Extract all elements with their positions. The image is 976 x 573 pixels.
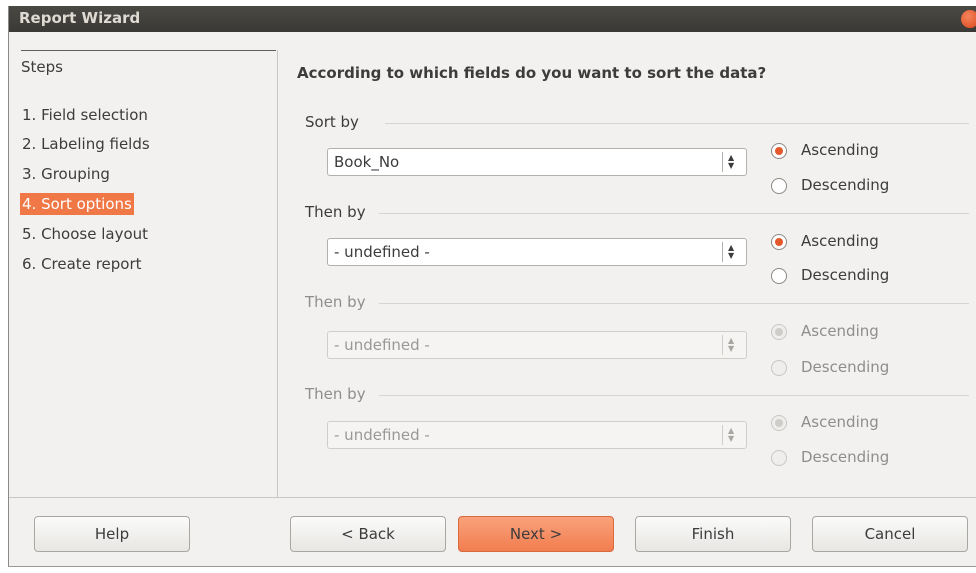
sort2-descending-radio[interactable]	[771, 268, 787, 284]
sort1-ascending-radio[interactable]	[771, 143, 787, 159]
finish-button[interactable]: Finish	[635, 516, 791, 552]
step-grouping[interactable]: 3. Grouping	[20, 163, 112, 185]
sort3-descending-radio	[771, 360, 787, 376]
sort4-ascending-label: Ascending	[801, 413, 879, 431]
sort2-ascending-radio[interactable]	[771, 234, 787, 250]
steps-title: Steps	[21, 58, 63, 76]
step-field-selection[interactable]: 1. Field selection	[20, 104, 150, 126]
back-button[interactable]: < Back	[290, 516, 446, 552]
sort4-descending-label: Descending	[801, 448, 890, 466]
sort1-descending-label: Descending	[801, 176, 890, 194]
sort1-ascending-label: Ascending	[801, 141, 879, 159]
then-by-label-2: Then by	[305, 293, 366, 311]
spin-arrows-icon: ▲ ▼	[722, 335, 740, 355]
group-divider	[379, 213, 969, 214]
sort-by-value: Book_No	[334, 153, 400, 171]
next-button[interactable]: Next >	[458, 516, 614, 552]
window-bottom-border	[8, 566, 976, 567]
step-choose-layout[interactable]: 5. Choose layout	[20, 223, 150, 245]
step-labeling-fields[interactable]: 2. Labeling fields	[20, 133, 152, 155]
sort-by-label: Sort by	[305, 113, 359, 131]
sort2-ascending-label: Ascending	[801, 232, 879, 250]
button-bar-separator	[9, 497, 976, 498]
sort3-descending-label: Descending	[801, 358, 890, 376]
steps-divider	[21, 50, 276, 51]
then-by-value-2: - undefined -	[334, 336, 430, 354]
spin-arrows-icon[interactable]: ▲ ▼	[722, 152, 740, 172]
page-heading: According to which fields do you want to…	[297, 64, 767, 82]
help-button[interactable]: Help	[34, 516, 190, 552]
sort3-ascending-radio	[771, 324, 787, 340]
sort-by-select[interactable]: Book_No ▲ ▼	[327, 148, 747, 176]
sort4-ascending-radio	[771, 415, 787, 431]
then-by-select-3: - undefined - ▲ ▼	[327, 421, 747, 449]
spin-arrows-icon: ▲ ▼	[722, 425, 740, 445]
group-divider	[379, 395, 969, 396]
spin-arrows-icon[interactable]: ▲ ▼	[722, 242, 740, 262]
sort2-descending-label: Descending	[801, 266, 890, 284]
vertical-separator	[277, 50, 278, 497]
sort3-ascending-label: Ascending	[801, 322, 879, 340]
then-by-label-3: Then by	[305, 385, 366, 403]
report-wizard-window: Report Wizard Steps 1. Field selection 2…	[8, 6, 976, 567]
step-sort-options[interactable]: 4. Sort options	[20, 193, 134, 215]
cancel-button[interactable]: Cancel	[812, 516, 968, 552]
then-by-value-1: - undefined -	[334, 243, 430, 261]
window-title: Report Wizard	[19, 9, 141, 27]
then-by-label-1: Then by	[305, 203, 366, 221]
sort4-descending-radio	[771, 450, 787, 466]
group-divider	[379, 303, 969, 304]
then-by-value-3: - undefined -	[334, 426, 430, 444]
then-by-select-2: - undefined - ▲ ▼	[327, 331, 747, 359]
group-divider	[385, 123, 969, 124]
title-bar[interactable]: Report Wizard	[9, 6, 976, 32]
step-create-report[interactable]: 6. Create report	[20, 253, 144, 275]
sort1-descending-radio[interactable]	[771, 178, 787, 194]
then-by-select-1[interactable]: - undefined - ▲ ▼	[327, 238, 747, 266]
close-icon[interactable]	[961, 10, 976, 28]
